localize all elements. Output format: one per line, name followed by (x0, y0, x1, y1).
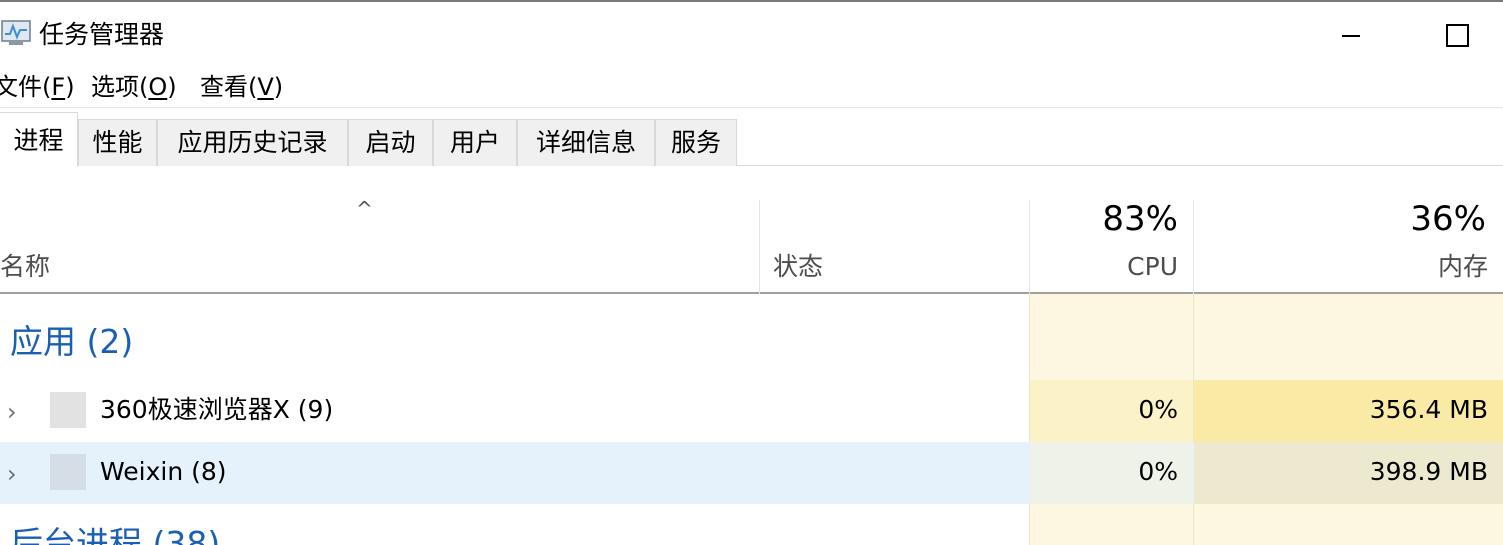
cpu-cell: 0% (1030, 380, 1193, 442)
chevron-right-icon[interactable]: › (7, 398, 17, 426)
task-manager-icon (1, 20, 31, 45)
menu-file[interactable]: 文件(F) (0, 70, 75, 104)
memory-value: 356.4 MB (1369, 395, 1488, 424)
menu-options[interactable]: 选项(O) (91, 70, 177, 104)
memory-cell: 398.9 MB (1194, 442, 1503, 504)
group-label: 后台进程 (10, 524, 142, 545)
table-row[interactable]: › Weixin (8) 0% 398.9 MB (0, 442, 1503, 504)
column-header (0, 198, 1503, 294)
tab-services[interactable]: 服务 (655, 119, 737, 166)
process-name: 360极速浏览器X (9) (100, 395, 334, 424)
cpu-value: 0% (1138, 395, 1178, 424)
memory-total-percent[interactable]: 36% (1410, 198, 1486, 240)
tab-app-history[interactable]: 应用历史记录 (157, 119, 348, 166)
cpu-cell: 0% (1030, 442, 1193, 504)
title-bar: 任务管理器 (0, 0, 1503, 66)
tab-performance[interactable]: 性能 (78, 119, 157, 166)
column-memory-header[interactable]: 内存 (1438, 250, 1488, 284)
group-label: 应用 (10, 322, 76, 361)
group-header-background[interactable]: 后台进程 (38) (10, 522, 220, 545)
tab-processes[interactable]: 进程 (0, 112, 78, 167)
process-name: Weixin (8) (100, 457, 227, 486)
column-divider (759, 200, 760, 294)
memory-cell: 356.4 MB (1194, 380, 1503, 442)
group-header-apps[interactable]: 应用 (2) (10, 320, 133, 364)
cpu-total-percent[interactable]: 83% (1102, 198, 1178, 240)
tab-details[interactable]: 详细信息 (517, 119, 655, 166)
tab-users[interactable]: 用户 (433, 119, 517, 166)
minimize-button[interactable] (1336, 16, 1376, 56)
column-name-header[interactable]: 名称 (0, 250, 50, 284)
weixin-app-icon (50, 454, 86, 490)
tab-startup[interactable]: 启动 (348, 119, 433, 166)
column-divider (1193, 200, 1194, 294)
column-cpu-header[interactable]: CPU (1127, 250, 1178, 284)
window-title: 任务管理器 (39, 20, 165, 49)
menu-view[interactable]: 查看(V) (200, 70, 283, 104)
table-row[interactable]: › 360极速浏览器X (9) 0% 356.4 MB (0, 380, 1503, 442)
column-status-header[interactable]: 状态 (773, 250, 823, 284)
browser-app-icon (50, 392, 86, 428)
sort-ascending-icon: ^ (356, 197, 373, 221)
cpu-value: 0% (1138, 457, 1178, 486)
maximize-button[interactable] (1436, 16, 1476, 56)
column-divider (1029, 200, 1030, 294)
chevron-right-icon[interactable]: › (7, 460, 17, 488)
memory-value: 398.9 MB (1369, 457, 1488, 486)
menu-bar: 文件(F) 选项(O) 查看(V) (0, 66, 1503, 108)
group-count: (38) (152, 524, 221, 545)
group-count: (2) (86, 322, 134, 361)
